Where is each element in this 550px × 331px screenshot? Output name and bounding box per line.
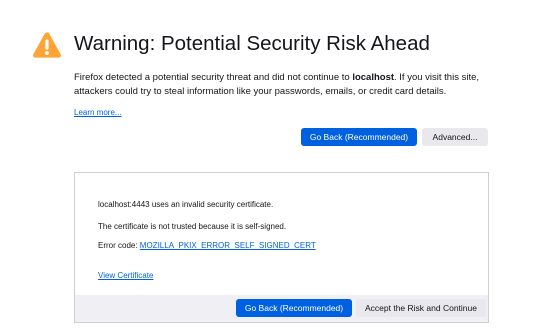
- advanced-panel-footer: Go Back (Recommended) Accept the Risk an…: [75, 295, 488, 322]
- invalid-certificate-text: localhost:4443 uses an invalid security …: [98, 200, 274, 209]
- error-code-link[interactable]: MOZILLA_PKIX_ERROR_SELF_SIGNED_CERT: [140, 241, 316, 250]
- description-text-start: Firefox detected a potential security th…: [74, 72, 353, 83]
- error-code-label: Error code:: [98, 241, 140, 250]
- advanced-panel: localhost:4443 uses an invalid security …: [74, 172, 489, 323]
- warning-triangle-icon: [33, 32, 61, 58]
- go-back-button-bottom[interactable]: Go Back (Recommended): [236, 299, 352, 317]
- go-back-button[interactable]: Go Back (Recommended): [301, 128, 417, 146]
- page-title: Warning: Potential Security Risk Ahead: [74, 32, 430, 55]
- view-certificate-link[interactable]: View Certificate: [98, 270, 153, 281]
- error-code-line: Error code: MOZILLA_PKIX_ERROR_SELF_SIGN…: [98, 240, 316, 251]
- warning-description: Firefox detected a potential security th…: [74, 71, 504, 98]
- accept-risk-button[interactable]: Accept the Risk and Continue: [356, 299, 486, 317]
- advanced-button[interactable]: Advanced...: [422, 128, 488, 146]
- not-trusted-text: The certificate is not trusted because i…: [98, 222, 287, 231]
- learn-more-link[interactable]: Learn more...: [74, 107, 122, 118]
- description-host: localhost: [352, 72, 395, 83]
